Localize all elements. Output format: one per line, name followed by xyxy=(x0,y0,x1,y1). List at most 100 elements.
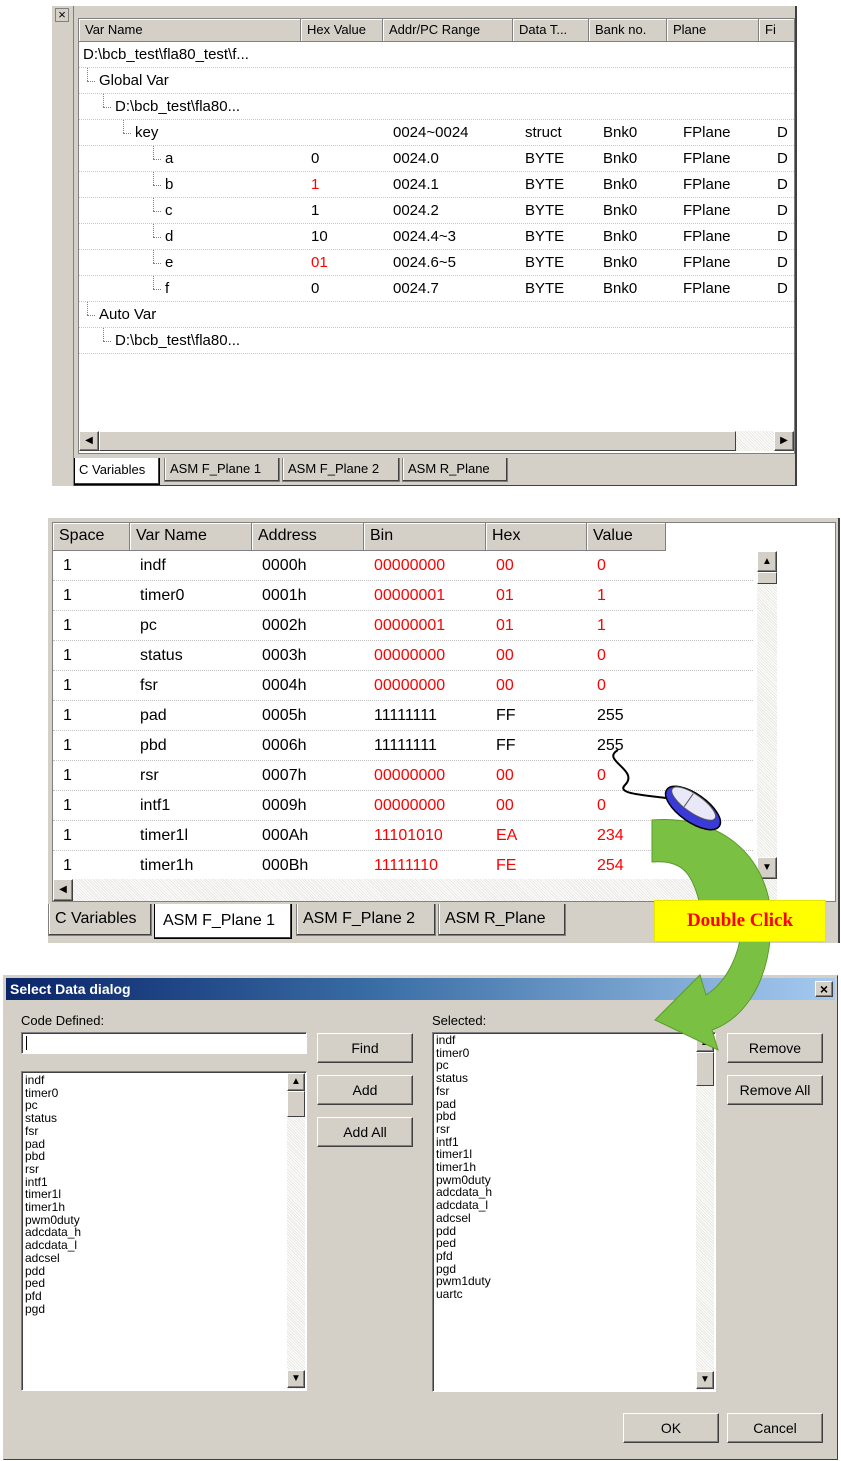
tab-c-variables[interactable]: C Variables xyxy=(74,458,160,485)
col-data-type[interactable]: Data T... xyxy=(513,19,589,42)
tree-row[interactable]: D:\bcb_test\fla80... xyxy=(79,94,794,120)
register-row[interactable]: 1 status 0003h 00000000 00 0 xyxy=(53,641,753,671)
right-list-vscroll[interactable] xyxy=(696,1034,714,1390)
selected-item[interactable]: intf1 xyxy=(434,1135,694,1149)
tree-row[interactable]: d 10 0024.4~3 BYTE Bnk0 FPlane D xyxy=(79,224,794,250)
scroll-thumb[interactable] xyxy=(99,431,736,451)
add-button[interactable]: Add xyxy=(317,1075,413,1105)
right-scroll-up-button[interactable]: ▲ xyxy=(696,1034,714,1052)
tree-row[interactable]: c 1 0024.2 BYTE Bnk0 FPlane D xyxy=(79,198,794,224)
code-defined-item[interactable]: pdd xyxy=(23,1264,285,1278)
ok-button[interactable]: OK xyxy=(623,1413,719,1443)
register-row[interactable]: 1 intf1 0009h 00000000 00 0 xyxy=(53,791,753,821)
cancel-button[interactable]: Cancel xyxy=(727,1413,823,1443)
add-all-button[interactable]: Add All xyxy=(317,1117,413,1147)
scroll-up-button[interactable]: ▲ xyxy=(757,551,777,572)
code-defined-item[interactable]: status xyxy=(23,1112,285,1125)
find-button[interactable]: Find xyxy=(317,1033,413,1063)
tab-asm-r-plane[interactable]: ASM R_Plane xyxy=(402,458,508,482)
selected-item[interactable]: pfd xyxy=(434,1250,694,1263)
register-row[interactable]: 1 fsr 0004h 00000000 00 0 xyxy=(53,671,753,701)
grid-vscroll-track[interactable] xyxy=(757,551,777,879)
tab-asm-f-plane-1[interactable]: ASM F_Plane 1 xyxy=(154,904,292,939)
col-space[interactable]: Space xyxy=(53,523,130,551)
tree-row[interactable]: D:\bcb_test\fla80_test\f... xyxy=(79,42,794,68)
remove-button[interactable]: Remove xyxy=(727,1033,823,1063)
code-defined-item[interactable]: timer1h xyxy=(23,1201,285,1214)
scroll-down-button[interactable]: ▼ xyxy=(757,857,777,879)
selected-item[interactable]: rsr xyxy=(434,1123,694,1136)
left-scroll-up-button[interactable]: ▲ xyxy=(287,1073,305,1091)
register-row[interactable]: 1 pbd 0006h 11111111 FF 255 xyxy=(53,731,753,761)
right-scroll-thumb[interactable] xyxy=(696,1052,714,1086)
tab-asm-f-plane-2[interactable]: ASM F_Plane 2 xyxy=(282,458,400,482)
selected-item[interactable]: indf xyxy=(434,1034,694,1047)
tree-row[interactable]: Global Var xyxy=(79,68,794,94)
col-bank-no[interactable]: Bank no. xyxy=(589,19,667,42)
selected-item[interactable]: fsr xyxy=(434,1085,694,1098)
grid-hscroll-track[interactable] xyxy=(53,879,777,901)
code-defined-item[interactable]: pad xyxy=(23,1137,285,1151)
code-defined-item[interactable]: rsr xyxy=(23,1163,285,1176)
selected-item[interactable]: timer1h xyxy=(434,1161,694,1174)
selected-item[interactable]: adcsel xyxy=(434,1212,694,1225)
selected-item[interactable]: pwm1duty xyxy=(434,1275,694,1288)
tree-row[interactable]: key 0024~0024 struct Bnk0 FPlane D xyxy=(79,120,794,146)
col-var-name[interactable]: Var Name xyxy=(130,523,252,551)
left-list-vscroll[interactable] xyxy=(287,1073,305,1389)
right-scroll-down-button[interactable]: ▼ xyxy=(696,1371,714,1389)
selected-item[interactable]: timer0 xyxy=(434,1046,694,1060)
scroll-left-button[interactable]: ◀ xyxy=(79,431,99,451)
code-defined-item[interactable]: pc xyxy=(23,1099,285,1112)
tree-row[interactable]: b 1 0024.1 BYTE Bnk0 FPlane D xyxy=(79,172,794,198)
selected-item[interactable]: status xyxy=(434,1072,694,1085)
tree-row[interactable]: Auto Var xyxy=(79,302,794,328)
col-fi[interactable]: Fi xyxy=(759,19,794,42)
left-scroll-down-button[interactable]: ▼ xyxy=(287,1370,305,1388)
register-row[interactable]: 1 timer1l 000Ah 11101010 EA 234 xyxy=(53,821,753,851)
code-defined-item[interactable]: pbd xyxy=(23,1150,285,1163)
selected-list[interactable]: indf timer0 pc status fsr pad pbd rsr intf1 timer… xyxy=(432,1032,716,1392)
code-defined-item[interactable]: pgd xyxy=(23,1302,285,1316)
selected-item[interactable]: pc xyxy=(434,1059,694,1072)
dialog-titlebar[interactable]: Select Data dialog × xyxy=(6,978,835,1000)
col-value[interactable]: Value xyxy=(587,523,666,551)
code-defined-item[interactable]: fsr xyxy=(23,1125,285,1138)
selected-item[interactable]: ped xyxy=(434,1237,694,1250)
code-defined-item[interactable]: adcdata_l xyxy=(23,1239,285,1252)
col-plane[interactable]: Plane xyxy=(667,19,759,42)
register-row[interactable]: 1 timer1h 000Bh 11111110 FE 254 xyxy=(53,851,753,876)
tree-row[interactable]: D:\bcb_test\fla80... xyxy=(79,328,794,354)
selected-item[interactable]: uartc xyxy=(434,1288,694,1301)
col-addr-range[interactable]: Addr/PC Range xyxy=(383,19,513,42)
panel-close-icon[interactable]: × xyxy=(55,8,69,22)
left-scroll-thumb[interactable] xyxy=(287,1091,305,1117)
tab-asm-f-plane-1[interactable]: ASM F_Plane 1 xyxy=(164,458,280,482)
code-defined-item[interactable]: timer0 xyxy=(23,1086,285,1100)
tab-asm-r-plane[interactable]: ASM R_Plane xyxy=(438,904,566,936)
code-defined-item[interactable]: pfd xyxy=(23,1290,285,1303)
scroll-right-button[interactable]: ▶ xyxy=(774,431,794,451)
selected-item[interactable]: pdd xyxy=(434,1224,694,1238)
col-var-name[interactable]: Var Name xyxy=(79,19,301,42)
tab-c-variables[interactable]: C Variables xyxy=(48,904,152,936)
register-row[interactable]: 1 pad 0005h 11111111 FF 255 xyxy=(53,701,753,731)
register-row[interactable]: 1 timer0 0001h 00000001 01 1 xyxy=(53,581,753,611)
code-defined-item[interactable]: intf1 xyxy=(23,1175,285,1189)
tree-row[interactable]: e 01 0024.6~5 BYTE Bnk0 FPlane D xyxy=(79,250,794,276)
dialog-close-button[interactable]: × xyxy=(815,981,833,997)
col-address[interactable]: Address xyxy=(252,523,364,551)
col-hex[interactable]: Hex xyxy=(486,523,587,551)
selected-item[interactable]: adcdata_l xyxy=(434,1199,694,1212)
code-defined-list[interactable]: indf timer0 pc status fsr pad pbd rsr intf1 timer… xyxy=(21,1071,307,1391)
search-input[interactable] xyxy=(21,1032,307,1054)
register-row[interactable]: 1 pc 0002h 00000001 01 1 xyxy=(53,611,753,641)
col-bin[interactable]: Bin xyxy=(364,523,486,551)
tab-asm-f-plane-2[interactable]: ASM F_Plane 2 xyxy=(296,904,436,936)
code-defined-item[interactable]: adcsel xyxy=(23,1252,285,1265)
register-row[interactable]: 1 rsr 0007h 00000000 00 0 xyxy=(53,761,753,791)
remove-all-button[interactable]: Remove All xyxy=(727,1075,823,1105)
grid-scroll-left-button[interactable]: ◀ xyxy=(53,879,73,901)
register-row[interactable]: 1 indf 0000h 00000000 00 0 xyxy=(53,551,753,581)
tree-row[interactable]: f 0 0024.7 BYTE Bnk0 FPlane D xyxy=(79,276,794,302)
